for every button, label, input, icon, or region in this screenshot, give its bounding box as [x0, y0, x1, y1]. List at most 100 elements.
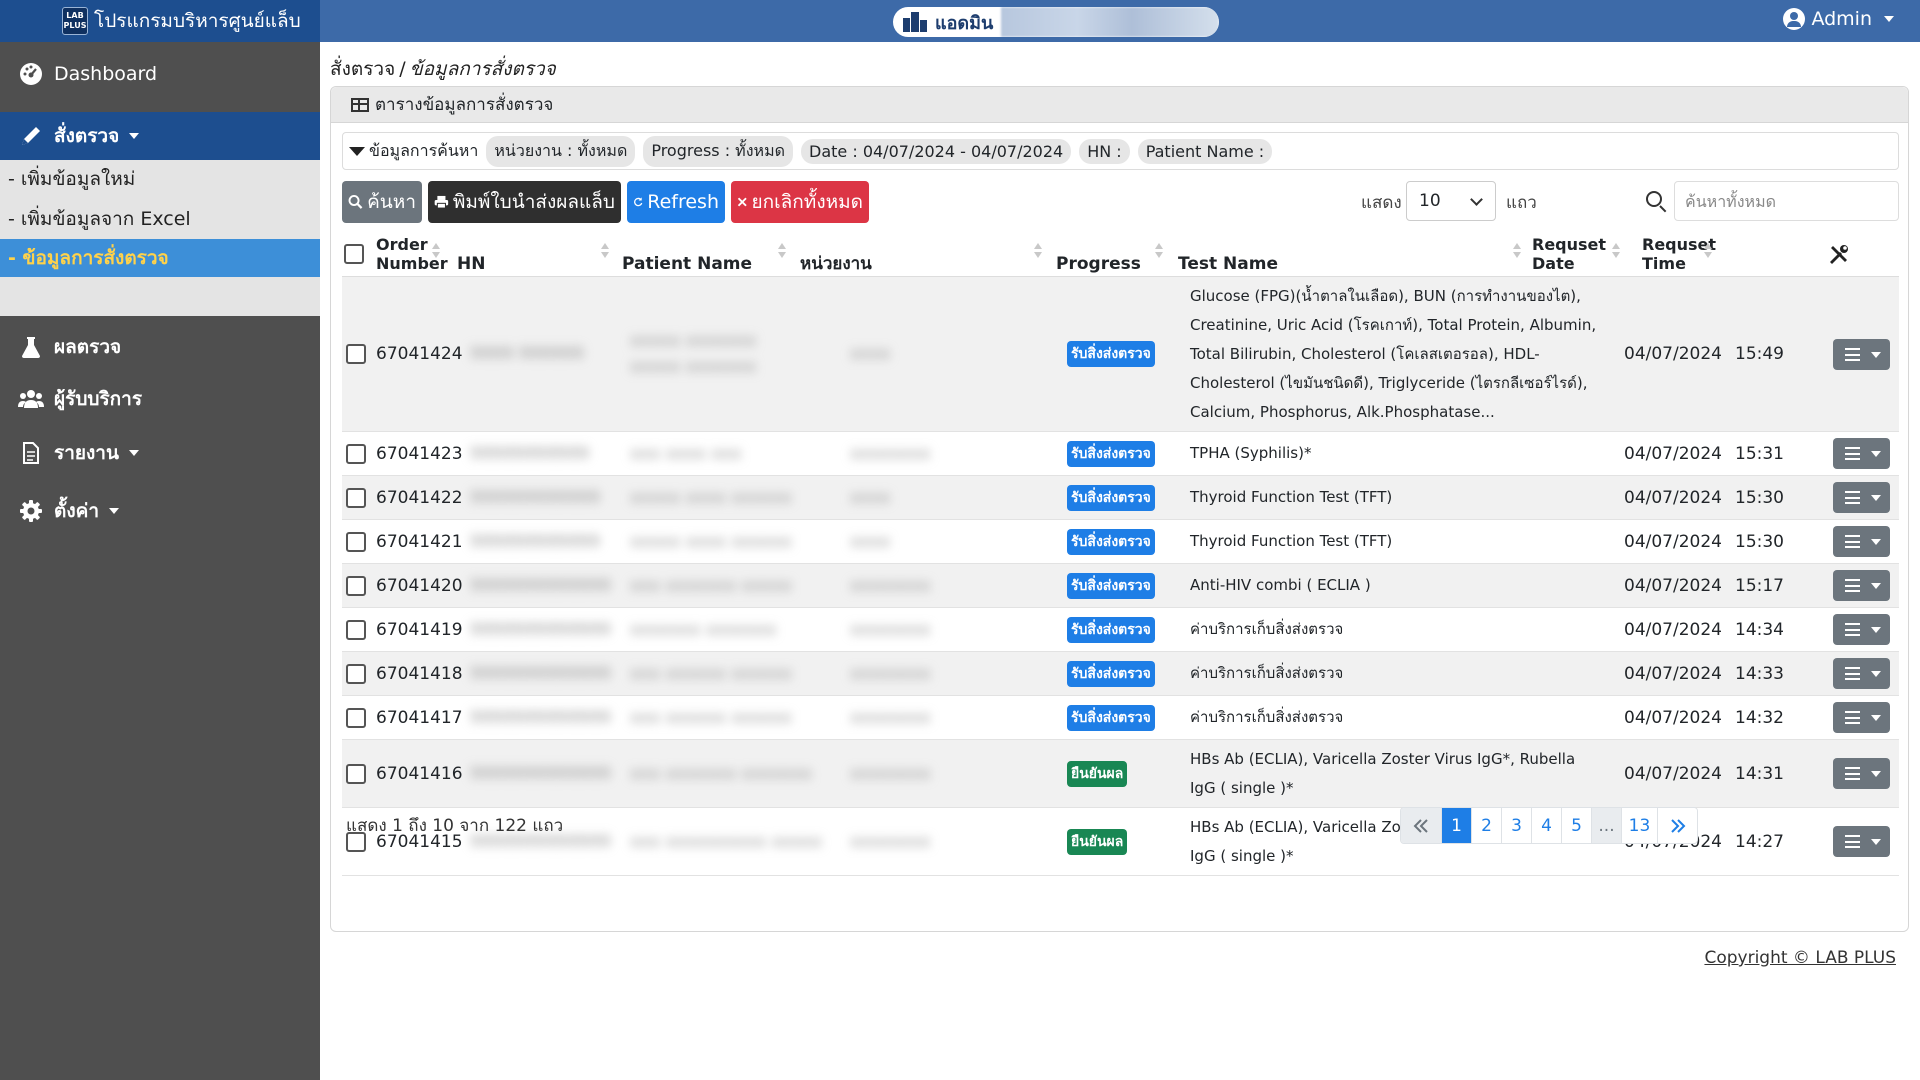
order-number: 67041420	[376, 575, 463, 596]
hn-redacted: 9999999999999	[470, 707, 611, 728]
col-unit[interactable]: หน่วยงาน	[800, 233, 872, 277]
table-row[interactable]: 67041422 999999999999 xxxxx xxxx xxxxxx …	[342, 476, 1899, 520]
page-button-5[interactable]: 5	[1561, 808, 1591, 843]
table-row[interactable]: 67041421 999999999999 xxxxx xxxx xxxxxx …	[342, 520, 1899, 564]
sidebar-item-dashboard[interactable]: Dashboard	[0, 48, 320, 100]
card-title: ตารางข้อมูลการสั่งตรวจ	[375, 95, 554, 115]
row-checkbox[interactable]	[346, 443, 366, 464]
table-row[interactable]: 67041416 9999999999999 xxx xxxxxxx xxxxx…	[342, 740, 1899, 808]
filter-chip-patient-name: Patient Name :	[1137, 138, 1273, 164]
submenu-order-data[interactable]: - ข้อมูลการสั่งตรวจ	[0, 239, 320, 277]
submenu-label: - เพิ่มข้อมูลจาก Excel	[8, 208, 191, 230]
row-action-menu-button[interactable]	[1833, 758, 1890, 789]
row-checkbox[interactable]	[346, 575, 366, 596]
sort-icon[interactable]	[1155, 241, 1163, 261]
table-row[interactable]: 67041417 9999999999999 xxx xxxxxx xxxxxx…	[342, 696, 1899, 740]
table-row[interactable]: 67041418 9999999999999 xxx xxxxxx xxxxxx…	[342, 652, 1899, 696]
unit-redacted: xxxxxxxx	[850, 619, 931, 640]
table-row[interactable]: 67041419 9999999999999 xxxxxxx xxxxxxx x…	[342, 608, 1899, 652]
test-name: Thyroid Function Test (TFT)	[1190, 488, 1393, 506]
sidebar-item-results[interactable]: ผลตรวจ	[0, 322, 320, 372]
row-action-menu-button[interactable]	[1833, 658, 1890, 689]
sort-icon[interactable]	[432, 241, 440, 261]
row-checkbox[interactable]	[346, 487, 366, 508]
copyright-link[interactable]: Copyright © LAB PLUS	[1704, 948, 1896, 968]
file-icon	[18, 440, 44, 466]
patient-name-redacted: xxxxx xxxxxxx xxxxx xxxxxxx	[630, 331, 757, 377]
row-action-menu-button[interactable]	[1833, 526, 1890, 557]
search-input[interactable]	[1674, 181, 1899, 221]
row-action-menu-button[interactable]	[1833, 438, 1890, 469]
submenu-add-excel[interactable]: - เพิ่มข้อมูลจาก Excel	[0, 200, 320, 238]
refresh-button[interactable]: Refresh	[627, 181, 725, 223]
sidebar-item-reports[interactable]: รายงาน	[0, 428, 320, 478]
page-button-4[interactable]: 4	[1531, 808, 1561, 843]
menu-icon	[1845, 767, 1860, 780]
col-hn[interactable]: HN	[457, 233, 485, 277]
col-progress-label: Progress	[1056, 254, 1141, 274]
col-patient-name[interactable]: Patient Name	[622, 233, 752, 277]
col-progress[interactable]: Progress	[1056, 233, 1141, 277]
sidebar-item-order[interactable]: สั่งตรวจ	[0, 112, 320, 160]
row-action-menu-button[interactable]	[1833, 826, 1890, 857]
submenu-add-new[interactable]: - เพิ่มข้อมูลใหม่	[0, 160, 320, 198]
page-size-select[interactable]: 10	[1406, 181, 1496, 221]
page-button-13[interactable]: 13	[1621, 808, 1657, 843]
print-lab-form-button[interactable]: พิมพ์ใบนำส่งผลแล็บ	[428, 181, 621, 223]
patient-name-redacted: xxx xxxx xxx	[630, 443, 742, 464]
row-checkbox[interactable]	[346, 531, 366, 552]
brand[interactable]: LAB PLUS โปรแกรมบริหารศูนย์แล็บ	[0, 0, 320, 42]
table-row[interactable]: 67041423 99999999999 xxx xxxx xxx xxxxxx…	[342, 432, 1899, 476]
request-date: 04/07/2024	[1624, 443, 1722, 464]
sort-icon[interactable]	[778, 241, 786, 261]
table-row[interactable]: 67041424 9999 999999 xxxxx xxxxxxx xxxxx …	[342, 277, 1899, 432]
request-date: 04/07/2024	[1624, 344, 1722, 364]
table-row[interactable]: 67041420 9999999999999 xxx xxxxxxx xxxxx…	[342, 564, 1899, 608]
table-header: Order Number HN Patient Name หน่วยงาน Pr…	[342, 233, 1899, 277]
sidebar-item-clients[interactable]: ผู้รับบริการ	[0, 374, 320, 424]
sort-icon[interactable]	[1704, 241, 1712, 261]
select-all-checkbox[interactable]	[344, 243, 364, 264]
progress-badge: ยืนยันผล	[1067, 760, 1128, 787]
sidebar-item-settings[interactable]: ตั้งค่า	[0, 486, 320, 536]
row-checkbox[interactable]	[346, 344, 366, 364]
sort-icon[interactable]	[1612, 241, 1620, 261]
search-button[interactable]: ค้นหา	[342, 181, 422, 223]
col-request-date[interactable]: Requset Date	[1532, 233, 1606, 277]
last-page-button[interactable]	[1657, 808, 1697, 843]
first-page-button[interactable]	[1401, 808, 1441, 843]
user-menu[interactable]: Admin	[1783, 8, 1894, 30]
test-name: TPHA (Syphilis)*	[1190, 444, 1312, 462]
breadcrumb-root[interactable]: สั่งตรวจ	[330, 58, 395, 80]
row-checkbox-cell	[346, 696, 366, 739]
row-action-menu-button[interactable]	[1833, 482, 1890, 513]
filter-title-label: ข้อมูลการค้นหา	[369, 140, 479, 160]
row-action-menu-button[interactable]	[1833, 702, 1890, 733]
search-criteria-bar: ข้อมูลการค้นหา หน่วยงาน : ทั้งหมด Progre…	[342, 132, 1899, 170]
hn-redacted: 9999999999999	[470, 619, 611, 640]
sort-icon[interactable]	[1034, 241, 1042, 261]
patient-name-redacted: xxxxxxx xxxxxxx	[630, 619, 777, 640]
search-icon	[348, 195, 363, 209]
unit-redacted: xxxxxxxx	[850, 831, 931, 852]
submenu-label: - เพิ่มข้อมูลใหม่	[8, 168, 136, 190]
row-checkbox[interactable]	[346, 763, 366, 784]
row-action-menu-button[interactable]	[1833, 614, 1890, 645]
row-action-menu-button[interactable]	[1833, 339, 1890, 370]
progress-badge: รับสิ่งส่งตรวจ	[1067, 704, 1155, 731]
col-test-name[interactable]: Test Name	[1178, 233, 1278, 277]
cancel-all-button[interactable]: ยกเลิกทั้งหมด	[731, 181, 869, 223]
row-checkbox[interactable]	[346, 663, 366, 684]
page-button-3[interactable]: 3	[1501, 808, 1531, 843]
row-checkbox[interactable]	[346, 619, 366, 640]
sort-icon[interactable]	[601, 241, 609, 261]
page-button-1[interactable]: 1	[1441, 808, 1471, 843]
page-button-2[interactable]: 2	[1471, 808, 1501, 843]
col-time-label-2: Time	[1642, 253, 1686, 273]
sidebar: Dashboard สั่งตรวจ - เพิ่มข้อมูลใหม่ - เ…	[0, 42, 320, 1080]
row-checkbox[interactable]	[346, 707, 366, 728]
top-navbar: LAB PLUS โปรแกรมบริหารศูนย์แล็บ แอดมิน A…	[0, 0, 1920, 42]
row-action-menu-button[interactable]	[1833, 570, 1890, 601]
table-body: 67041424 9999 999999 xxxxx xxxxxxx xxxxx …	[342, 277, 1899, 876]
sort-icon[interactable]	[1513, 241, 1521, 261]
